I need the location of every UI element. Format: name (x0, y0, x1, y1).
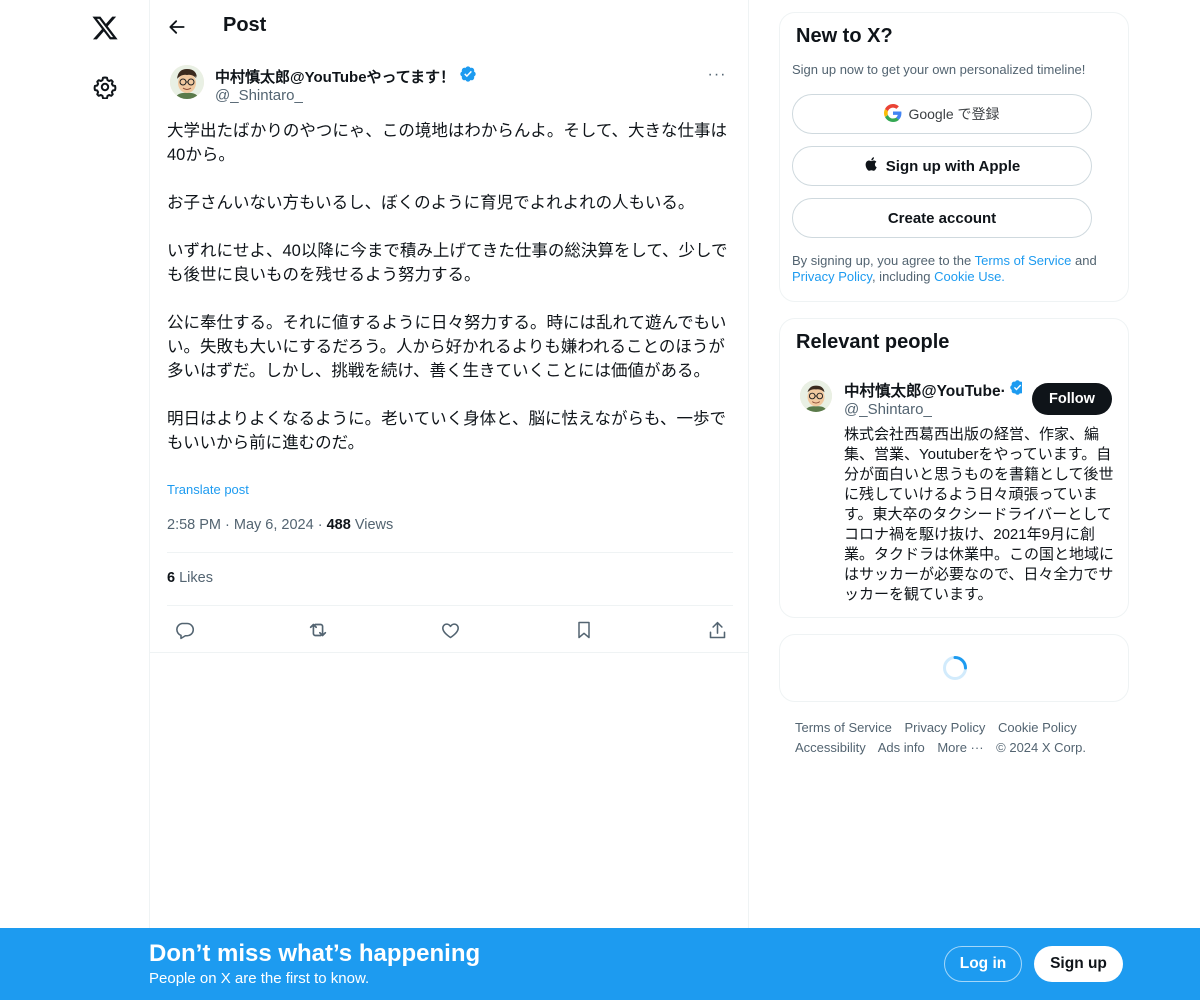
google-signup-label: Google で登録 (908, 106, 1000, 122)
reply-icon[interactable] (167, 614, 201, 646)
post-actions (167, 614, 733, 646)
avatar[interactable] (800, 380, 832, 412)
google-signup-button[interactable]: Google で登録 (792, 94, 1092, 134)
copyright: © 2024 X Corp. (996, 740, 1086, 755)
relevant-person-name[interactable]: 中村慎太郎@YouTube· (844, 379, 1022, 401)
relevant-people-title: Relevant people (796, 331, 950, 353)
follow-button[interactable]: Follow (1032, 383, 1112, 415)
legal-including: , including (871, 269, 935, 284)
legal-and: and (1071, 253, 1097, 268)
repost-icon[interactable] (301, 614, 335, 646)
footer-link[interactable]: Terms of Service (795, 720, 892, 735)
likes-stat[interactable]: 6 Likes (167, 570, 213, 586)
footer-link[interactable]: Privacy Policy (904, 720, 985, 735)
footer-link[interactable]: Accessibility (795, 740, 866, 755)
create-account-button[interactable]: Create account (792, 198, 1092, 238)
separator-dot: · (225, 517, 234, 533)
cookie-use-link[interactable]: Cookie Use. (934, 269, 1005, 284)
verified-badge-icon (459, 65, 477, 87)
privacy-policy-link[interactable]: Privacy Policy (792, 269, 872, 284)
post-header: Post (150, 0, 748, 53)
loading-spinner-icon (942, 655, 968, 681)
more-options-button[interactable]: ··· (702, 63, 732, 87)
gear-icon[interactable] (80, 62, 130, 112)
relevant-person-name-text: 中村慎太郎@YouTube· (844, 383, 1006, 400)
divider (167, 552, 733, 553)
verified-badge-icon (1009, 379, 1022, 401)
footer-link[interactable]: Ads info (878, 740, 925, 755)
post-meta: 2:58 PM · May 6, 2024 · 488 Views (167, 517, 393, 533)
google-icon (884, 103, 902, 125)
signup-card: New to X? Sign up now to get your own pe… (779, 12, 1129, 302)
signup-legal-text: By signing up, you agree to the Terms of… (792, 253, 1122, 285)
relevant-people-card: Relevant people 中村慎太郎@YouTube· @_Shintar… (779, 318, 1129, 618)
signup-card-title: New to X? (796, 25, 893, 47)
signup-card-subtitle: Sign up now to get your own personalized… (792, 62, 1086, 77)
left-nav (0, 0, 150, 1000)
post-time[interactable]: 2:58 PM (167, 517, 221, 533)
main-column: Post 中村慎太郎@YouTubeやってます！ @_Shintaro_ ··· (149, 0, 749, 1000)
footer-link[interactable]: Cookie Policy (998, 720, 1077, 735)
post-author: 中村慎太郎@YouTubeやってます！ @_Shintaro_ ··· (170, 63, 732, 107)
signup-button[interactable]: Sign up (1034, 946, 1123, 982)
author-name-text: 中村慎太郎@YouTubeやってます！ (215, 68, 456, 86)
bookmark-icon[interactable] (567, 614, 601, 646)
create-account-label: Create account (887, 209, 997, 227)
legal-prefix: By signing up, you agree to the (792, 253, 975, 268)
author-handle[interactable]: @_Shintaro_ (215, 87, 303, 104)
terms-of-service-link[interactable]: Terms of Service (975, 253, 1072, 268)
divider (167, 605, 733, 606)
post-date[interactable]: May 6, 2024 (234, 517, 314, 533)
apple-icon (864, 155, 880, 177)
signup-banner: Don’t miss what’s happening People on X … (0, 928, 1200, 1000)
footer-links: Terms of Service Privacy Policy Cookie P… (795, 718, 1125, 758)
share-icon[interactable] (700, 614, 734, 646)
likes-count: 6 (167, 570, 176, 586)
translate-post-link[interactable]: Translate post (167, 482, 249, 497)
banner-title: Don’t miss what’s happening (149, 940, 481, 967)
relevant-person-handle[interactable]: @_Shintaro_ (844, 401, 932, 418)
login-button[interactable]: Log in (944, 946, 1022, 982)
author-name[interactable]: 中村慎太郎@YouTubeやってます！ (215, 65, 477, 87)
likes-label: Likes (179, 570, 213, 586)
separator-dot: · (317, 517, 327, 533)
like-icon[interactable] (433, 614, 467, 646)
views-count: 488 (326, 517, 351, 533)
page-title: Post (223, 14, 267, 36)
apple-signup-button[interactable]: Sign up with Apple (792, 146, 1092, 186)
post-text: 大学出たばかりのやつにゃ、この境地はわからんよ。そして、大きな仕事は40から。 … (167, 122, 728, 452)
divider (150, 652, 748, 653)
apple-signup-label: Sign up with Apple (885, 157, 1021, 175)
relevant-person-bio: 株式会社西葛西出版の経営、作家、編集、営業、Youtuberをやっています。自分… (844, 426, 1115, 603)
footer-more-link[interactable]: More ··· (937, 740, 983, 755)
arrow-left-icon[interactable] (160, 10, 194, 44)
avatar[interactable] (170, 65, 204, 99)
x-logo-icon[interactable] (80, 3, 130, 53)
banner-subtitle: People on X are the first to know. (149, 970, 370, 987)
views-label: Views (354, 517, 394, 533)
loading-card (779, 634, 1129, 702)
